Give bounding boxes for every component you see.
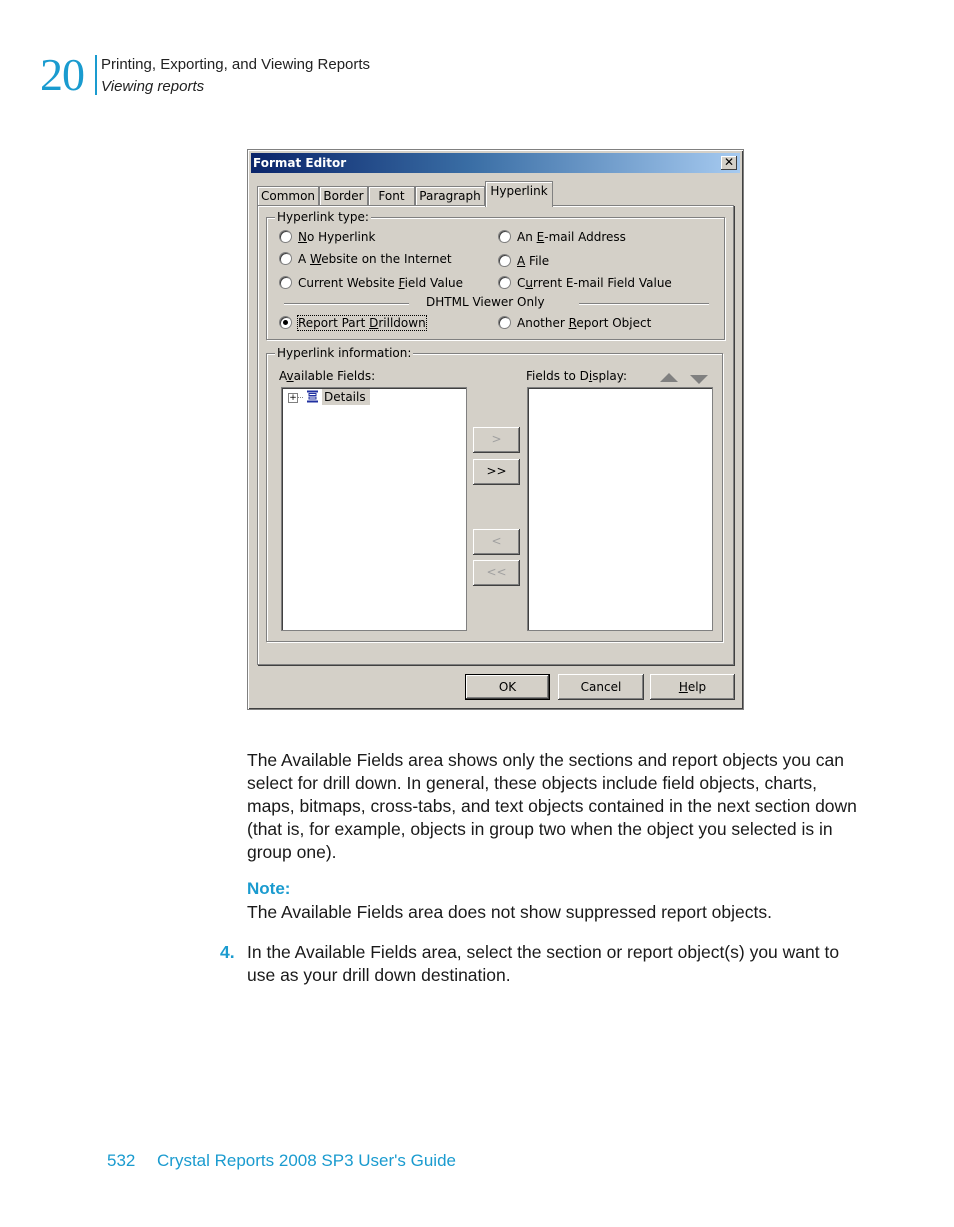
title-bar: Format Editor ✕ — [251, 153, 740, 173]
radio-no-hyperlink[interactable]: No Hyperlink — [279, 230, 375, 244]
step-text: In the Available Fields area, select the… — [247, 942, 840, 985]
radio-email-field-value[interactable]: Current E-mail Field Value — [498, 276, 672, 290]
radio-icon — [279, 230, 292, 243]
fields-to-display-list[interactable] — [527, 387, 713, 631]
dhtml-viewer-label: DHTML Viewer Only — [426, 295, 545, 309]
radio-icon — [498, 230, 511, 243]
radio-icon — [279, 252, 292, 265]
tab-paragraph[interactable]: Paragraph — [415, 186, 485, 206]
radio-file[interactable]: A File — [498, 254, 549, 268]
tab-hyperlink[interactable]: Hyperlink — [485, 181, 553, 207]
chapter-divider — [95, 55, 97, 95]
close-button[interactable]: ✕ — [721, 156, 737, 170]
section-title: Viewing reports — [101, 78, 205, 95]
hyperlink-type-legend: Hyperlink type: — [275, 210, 371, 224]
body-paragraph: The Available Fields area shows only the… — [247, 750, 857, 862]
fields-to-display-label: Fields to Display: — [526, 369, 628, 383]
radio-icon — [498, 316, 511, 329]
radio-email-address[interactable]: An E-mail Address — [498, 230, 626, 244]
tab-border[interactable]: Border — [319, 186, 368, 206]
close-icon: ✕ — [723, 155, 735, 169]
separator-right — [579, 303, 709, 304]
separator-left — [284, 303, 409, 304]
radio-icon — [498, 254, 511, 267]
tree-item-details[interactable]: + Details — [288, 389, 370, 405]
radio-another-report-object[interactable]: Another Report Object — [498, 316, 651, 330]
help-button[interactable]: Help — [650, 674, 735, 700]
tree-item-label: Details — [322, 389, 370, 405]
radio-website[interactable]: A Website on the Internet — [279, 252, 452, 266]
add-field-button[interactable]: > — [473, 427, 520, 453]
tab-font[interactable]: Font — [368, 186, 415, 206]
add-all-fields-button[interactable]: >> — [473, 459, 520, 485]
note-label: Note: — [247, 879, 291, 898]
section-icon — [307, 390, 318, 403]
radio-website-field-value[interactable]: Current Website Field Value — [279, 276, 463, 290]
chapter-title: Printing, Exporting, and Viewing Reports — [101, 56, 371, 73]
book-title: Crystal Reports 2008 SP3 User's Guide — [157, 1151, 456, 1170]
note-text: The Available Fields area does not show … — [247, 902, 772, 922]
cancel-button[interactable]: Cancel — [558, 674, 644, 700]
tab-common[interactable]: Common — [257, 186, 319, 206]
hyperlink-type-group: Hyperlink type: No Hyperlink An E-mail A… — [266, 210, 725, 340]
step-number: 4. — [220, 942, 235, 962]
available-fields-tree[interactable]: + Details — [281, 387, 467, 631]
expand-icon[interactable]: + — [288, 393, 298, 403]
ok-button[interactable]: OK — [465, 674, 550, 700]
available-fields-label: Available Fields: — [279, 369, 376, 383]
dialog-title: Format Editor — [253, 156, 347, 170]
radio-icon — [279, 276, 292, 289]
chapter-number: 20 — [40, 49, 85, 100]
move-up-icon[interactable] — [660, 373, 678, 382]
hyperlink-info-group: Hyperlink information: Available Fields:… — [266, 346, 723, 642]
page-number: 532 — [107, 1151, 136, 1170]
hyperlink-info-legend: Hyperlink information: — [275, 346, 414, 360]
format-editor-dialog: Format Editor ✕ Common Border Font Parag… — [247, 149, 744, 710]
radio-selected-icon — [279, 316, 292, 329]
hyperlink-tab-panel: Hyperlink type: No Hyperlink An E-mail A… — [257, 205, 734, 665]
radio-icon — [498, 276, 511, 289]
remove-field-button[interactable]: < — [473, 529, 520, 555]
remove-all-fields-button[interactable]: << — [473, 560, 520, 586]
move-down-icon[interactable] — [690, 375, 708, 384]
radio-report-part-drilldown[interactable]: Report Part Drilldown — [279, 315, 427, 331]
